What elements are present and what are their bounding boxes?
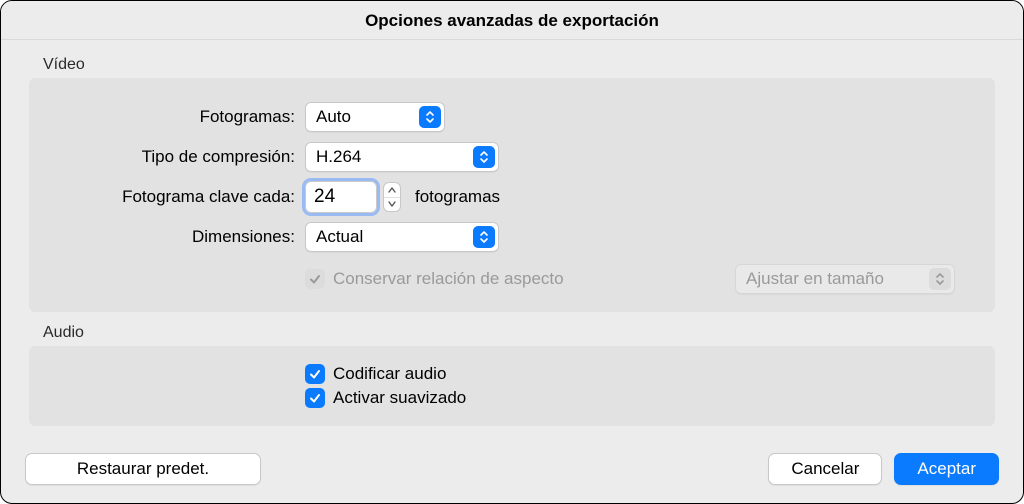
updown-icon	[419, 106, 441, 128]
encode-audio-row[interactable]: Codificar audio	[305, 364, 975, 384]
frames-label: Fotogramas:	[49, 107, 305, 127]
window-title: Opciones avanzadas de exportación	[1, 1, 1023, 40]
encode-audio-label: Codificar audio	[333, 364, 446, 384]
aspect-row: Conservar relación de aspecto Ajustar en…	[49, 264, 975, 294]
export-options-window: Opciones avanzadas de exportación Vídeo …	[0, 0, 1024, 504]
updown-icon	[929, 268, 951, 290]
keyframe-label: Fotograma clave cada:	[49, 187, 305, 207]
keyframe-input[interactable]	[305, 181, 377, 213]
footer: Restaurar predet. Cancelar Aceptar	[1, 439, 1023, 503]
frames-popup[interactable]: Auto	[305, 102, 445, 132]
updown-icon	[473, 146, 495, 168]
updown-icon	[473, 226, 495, 248]
compression-row: Tipo de compresión: H.264	[49, 140, 975, 174]
dimensions-value: Actual	[316, 227, 363, 247]
encode-audio-checkbox[interactable]	[305, 364, 325, 384]
keyframe-stepper[interactable]	[383, 182, 401, 212]
audio-group: Codificar audio Activar suavizado	[29, 346, 995, 426]
ok-button[interactable]: Aceptar	[894, 453, 999, 485]
keyframe-suffix: fotogramas	[415, 187, 500, 207]
restore-defaults-button[interactable]: Restaurar predet.	[25, 453, 261, 485]
dimensions-popup[interactable]: Actual	[305, 222, 499, 252]
smooth-audio-label: Activar suavizado	[333, 388, 466, 408]
compression-label: Tipo de compresión:	[49, 147, 305, 167]
smooth-audio-checkbox[interactable]	[305, 388, 325, 408]
content-area: Vídeo Fotogramas: Auto Tipo de compresió…	[1, 40, 1023, 439]
video-section-label: Vídeo	[43, 56, 995, 74]
compression-value: H.264	[316, 147, 361, 167]
audio-section-label: Audio	[43, 324, 995, 342]
dimensions-label: Dimensiones:	[49, 227, 305, 247]
compression-popup[interactable]: H.264	[305, 142, 499, 172]
frames-row: Fotogramas: Auto	[49, 100, 975, 134]
smooth-audio-row[interactable]: Activar suavizado	[305, 388, 975, 408]
stepper-up-icon[interactable]	[384, 183, 400, 198]
video-group: Fotogramas: Auto Tipo de compresión: H.2…	[29, 78, 995, 312]
keyframe-row: Fotograma clave cada: foto	[49, 180, 975, 214]
aspect-checkbox	[305, 269, 325, 289]
aspect-label: Conservar relación de aspecto	[333, 269, 564, 289]
fit-popup: Ajustar en tamaño	[735, 264, 955, 294]
aspect-checkbox-row: Conservar relación de aspecto	[305, 269, 564, 289]
fit-value: Ajustar en tamaño	[746, 269, 884, 289]
dimensions-row: Dimensiones: Actual	[49, 220, 975, 254]
stepper-down-icon[interactable]	[384, 198, 400, 212]
frames-value: Auto	[316, 107, 351, 127]
cancel-button[interactable]: Cancelar	[768, 453, 882, 485]
